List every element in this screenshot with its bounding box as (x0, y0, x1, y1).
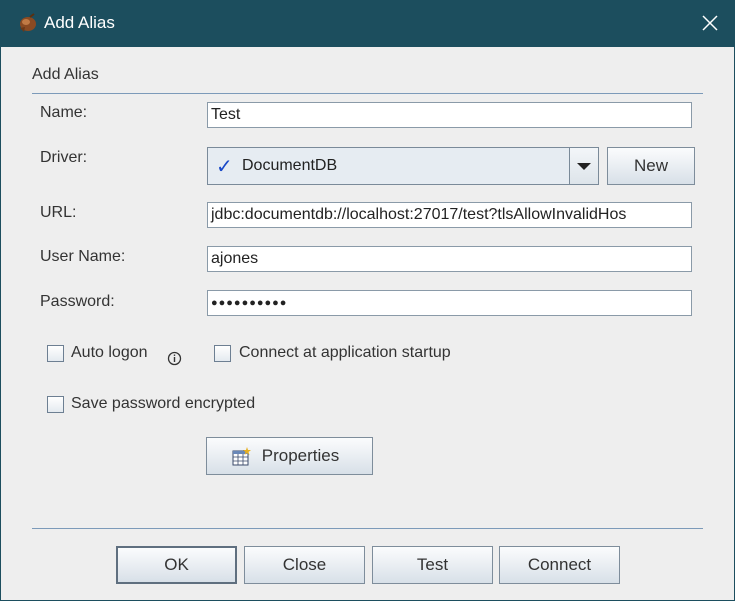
save-encrypted-label: Save password encrypted (71, 395, 256, 412)
connect-button[interactable]: Connect (499, 546, 620, 584)
check-icon: ✓ (216, 154, 233, 178)
new-driver-button[interactable]: New (607, 147, 695, 185)
title-bar[interactable]: Add Alias (0, 0, 735, 47)
properties-button[interactable]: Properties (206, 437, 373, 475)
save-encrypted-checkbox[interactable] (47, 396, 64, 413)
password-field[interactable]: ●●●●●●●●●● (207, 290, 692, 316)
footer-divider (32, 528, 703, 529)
chevron-down-icon[interactable] (569, 148, 598, 184)
group-title: Add Alias (32, 66, 99, 83)
username-field[interactable]: ajones (207, 246, 692, 272)
ok-button[interactable]: OK (116, 546, 237, 584)
info-icon[interactable] (167, 351, 182, 366)
username-label: User Name: (40, 248, 126, 265)
close-button[interactable]: Close (244, 546, 365, 584)
auto-logon-checkbox[interactable] (47, 345, 64, 362)
connect-startup-label: Connect at application startup (239, 344, 451, 361)
app-icon (20, 13, 36, 32)
add-alias-dialog: Add Alias Add Alias Name: Test Driver: ✓… (0, 0, 735, 601)
close-icon[interactable] (694, 8, 726, 38)
name-field[interactable]: Test (207, 102, 692, 128)
connect-startup-checkbox[interactable] (214, 345, 231, 362)
properties-label: Properties (261, 446, 340, 465)
url-label: URL: (40, 204, 77, 221)
dialog-body: Add Alias Name: Test Driver: ✓ DocumentD… (1, 47, 734, 600)
driver-select[interactable]: ✓ DocumentDB (207, 147, 599, 185)
url-field[interactable]: jdbc:documentdb://localhost:27017/test?t… (207, 202, 692, 228)
password-label: Password: (40, 293, 115, 310)
name-label: Name: (40, 104, 88, 121)
test-button[interactable]: Test (372, 546, 493, 584)
driver-label: Driver: (40, 149, 88, 166)
driver-selected-value: DocumentDB (242, 157, 338, 174)
properties-icon (232, 447, 251, 466)
auto-logon-label: Auto logon (71, 344, 148, 361)
window-title: Add Alias (44, 13, 115, 32)
group-divider (32, 93, 703, 94)
